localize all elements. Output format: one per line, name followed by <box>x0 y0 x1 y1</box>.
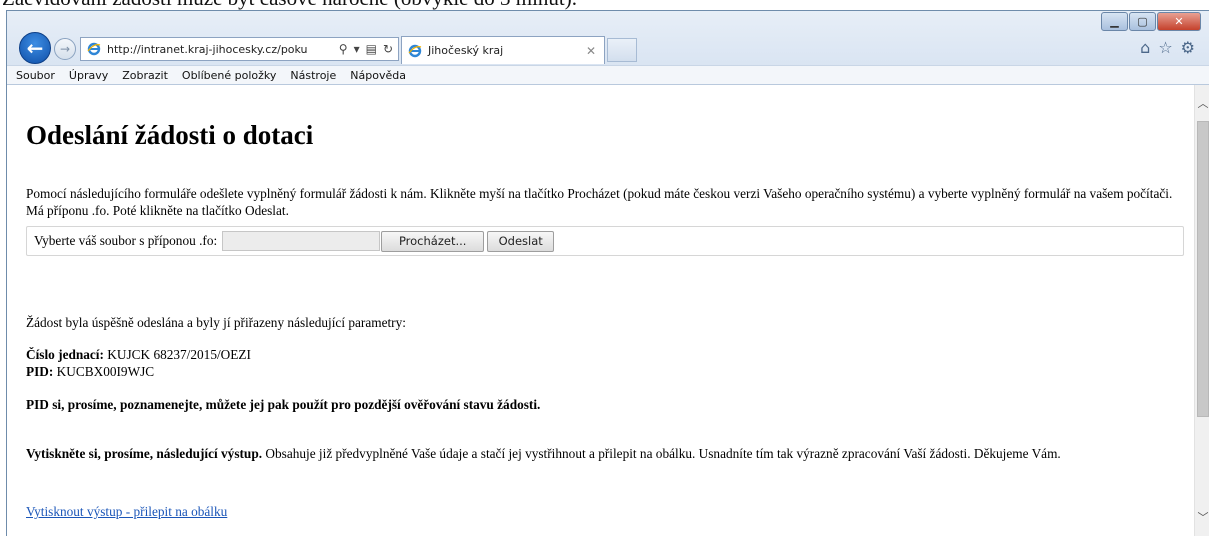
menu-soubor[interactable]: Soubor <box>16 69 55 82</box>
page-title: Odeslání žádosti o dotaci <box>26 120 314 150</box>
page-viewport: Odeslání žádosti o dotaci Pomocí následu… <box>7 85 1194 536</box>
ie-logo-icon <box>85 40 103 58</box>
tab-ie-icon <box>406 42 424 60</box>
print-instructions-text: Obsahuje již předvyplněné Vaše údaje a s… <box>265 446 1061 461</box>
print-instructions: Vytiskněte si, prosíme, následující výst… <box>26 445 1186 462</box>
print-output-link[interactable]: Vytisknout výstup - přilepit na obálku <box>26 504 227 519</box>
browser-window: ▁ ▢ ✕ ← → http://intranet.kraj-jihocesky… <box>6 10 1209 536</box>
file-label: Vyberte váš soubor s příponou .fo: <box>34 233 218 248</box>
window-controls: ▁ ▢ ✕ <box>1101 12 1201 32</box>
menu-zobrazit[interactable]: Zobrazit <box>122 69 168 82</box>
success-message: Žádost byla úspěšně odeslána a byly jí p… <box>26 315 406 330</box>
refresh-icon[interactable]: ↻ <box>383 42 393 56</box>
menu-bar: Soubor Úpravy Zobrazit Oblíbené položky … <box>7 65 1209 85</box>
scroll-down-icon[interactable]: ﹀ <box>1195 509 1209 525</box>
back-arrow-icon: ← <box>26 36 44 60</box>
address-url[interactable]: http://intranet.kraj-jihocesky.cz/poku <box>107 43 339 56</box>
gear-icon[interactable]: ⚙ <box>1181 38 1195 57</box>
print-link-row: Vytisknout výstup - přilepit na obálku <box>26 503 1186 520</box>
menu-nastroje[interactable]: Nástroje <box>290 69 336 82</box>
pid-line: PID: KUCBX00I9WJC <box>26 363 1186 380</box>
forward-arrow-icon: → <box>59 42 71 56</box>
maximize-button[interactable]: ▢ <box>1129 12 1156 31</box>
reference-line: Číslo jednací: KUJCK 68237/2015/OEZI <box>26 346 1186 363</box>
minimize-button[interactable]: ▁ <box>1101 12 1128 31</box>
new-tab-button[interactable] <box>607 38 637 62</box>
forward-button[interactable]: → <box>54 38 76 60</box>
menu-upravy[interactable]: Úpravy <box>69 69 108 82</box>
browser-toolbar-icons: ⌂ ☆ ⚙ <box>1140 38 1195 57</box>
scroll-thumb[interactable] <box>1197 121 1209 417</box>
pid-label: PID: <box>26 364 54 379</box>
menu-napoveda[interactable]: Nápověda <box>350 69 406 82</box>
scroll-up-icon[interactable]: ︿ <box>1195 95 1209 111</box>
menu-oblibene[interactable]: Oblíbené položky <box>182 69 277 82</box>
tab-label: Jihočeský kraj <box>428 44 504 57</box>
reference-value: KUJCK 68237/2015/OEZI <box>107 347 251 362</box>
close-tab-icon[interactable]: ✕ <box>586 44 596 58</box>
browse-button[interactable]: Procházet... <box>381 230 485 252</box>
vertical-scrollbar[interactable]: ︿ ﹀ <box>1194 85 1209 536</box>
close-window-button[interactable]: ✕ <box>1157 12 1201 31</box>
address-bar[interactable]: http://intranet.kraj-jihocesky.cz/poku ⚲… <box>80 37 399 61</box>
reference-label: Číslo jednací: <box>26 347 104 362</box>
dropdown-icon[interactable]: ▾ <box>354 42 360 56</box>
search-icon[interactable]: ⚲ <box>339 42 348 56</box>
back-button[interactable]: ← <box>19 32 51 64</box>
address-actions: ⚲ ▾ ▤ ↻ <box>339 42 398 56</box>
submit-button[interactable]: Odeslat <box>487 230 555 252</box>
pid-note: PID si, prosíme, poznamenejte, můžete je… <box>26 397 541 412</box>
intro-text: Pomocí následujícího formuláře odešlete … <box>26 186 1173 218</box>
tab-jihocesky-kraj[interactable]: Jihočeský kraj ✕ <box>401 36 605 64</box>
pid-value: KUCBX00I9WJC <box>56 364 155 379</box>
file-path-field[interactable] <box>222 231 381 251</box>
home-icon[interactable]: ⌂ <box>1140 38 1150 57</box>
print-instructions-bold: Vytiskněte si, prosíme, následující výst… <box>26 446 263 461</box>
compatibility-icon[interactable]: ▤ <box>366 42 377 56</box>
star-icon[interactable]: ☆ <box>1158 38 1172 57</box>
upload-form: Vyberte váš soubor s příponou .fo: Proch… <box>26 226 1184 256</box>
